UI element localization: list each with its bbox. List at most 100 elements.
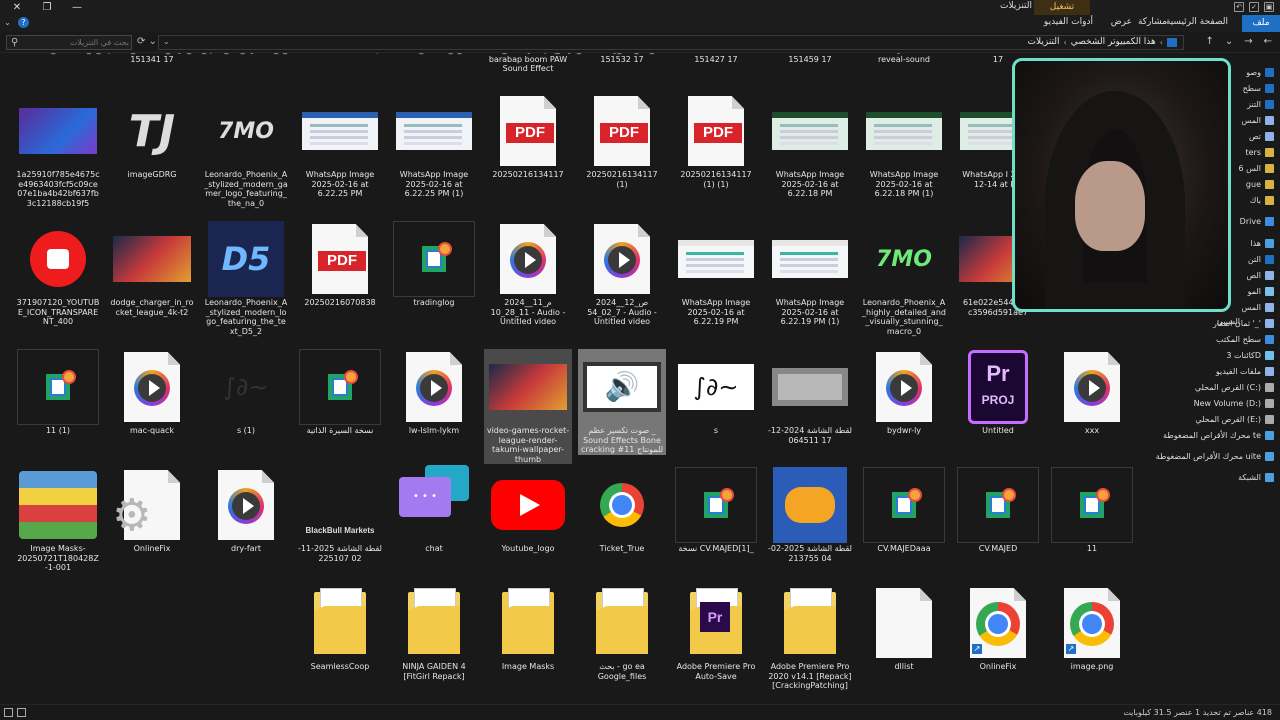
maximize-window-button[interactable]: ❐ xyxy=(32,0,62,15)
nav-item[interactable]: gue xyxy=(1246,180,1274,189)
close-window-button[interactable]: ✕ xyxy=(2,0,32,15)
file-item[interactable]: Pr Adobe Premiere Pro Auto-Save xyxy=(672,585,760,681)
file-item[interactable]: • • • chat xyxy=(390,465,478,554)
file-item[interactable]: 11 (1) xyxy=(14,349,102,436)
refresh-icon[interactable]: ⟳ ⌄ xyxy=(137,36,157,47)
file-item[interactable]: 371907120_YOUTUBE_ICON_TRANSPARENT_400 xyxy=(14,221,102,327)
file-item[interactable]: Pr PROJ Untitled xyxy=(954,349,1042,436)
tab-home[interactable]: الصفحة الرئيسية xyxy=(1166,17,1228,27)
file-item[interactable]: WhatsApp Image 2025-02-16 at 6.22.19 PM xyxy=(672,221,760,327)
file-item[interactable]: CV.MAJED xyxy=(954,467,1042,554)
nav-item[interactable]: New Volume (D:) xyxy=(1194,399,1274,408)
file-item[interactable]: WhatsApp Image 2025-02-16 at 6.22.18 PM xyxy=(766,93,854,199)
large-icons-view-icon[interactable] xyxy=(17,708,26,717)
nav-item[interactable]: كائنات 3D xyxy=(1226,351,1274,360)
file-item[interactable]: نسخة السيرة الذاتية xyxy=(296,349,384,436)
breadcrumb-downloads[interactable]: التنزيلات xyxy=(1028,37,1060,47)
nav-item[interactable]: محرك الأقراص المضغوطة te xyxy=(1163,431,1274,440)
chevron-down-icon[interactable]: ⌄ xyxy=(163,37,170,46)
forward-arrow-icon[interactable]: → xyxy=(1244,36,1252,47)
file-item[interactable]: SeamlessCoop xyxy=(296,585,384,672)
file-item[interactable]: Adobe Premiere Pro 2020 v14.1 [Repack] [… xyxy=(766,585,854,691)
file-item[interactable]: بحث - go ea Google_files xyxy=(578,585,666,681)
file-item[interactable]: ↗ OnlineFix xyxy=(954,585,1042,672)
properties-icon[interactable]: ✓ xyxy=(1249,2,1259,12)
file-item[interactable]: PDF 20250216070838 xyxy=(296,221,384,308)
file-item[interactable]: dodge_charger_in_rocket_league_4k-t2 xyxy=(108,221,196,317)
search-box[interactable]: ⚲ xyxy=(6,35,132,50)
nav-item[interactable]: الشبكة xyxy=(1238,473,1274,482)
file-item[interactable]: video-games-rocket-league-render-takumi-… xyxy=(484,349,572,464)
up-arrow-icon[interactable]: ↑ xyxy=(1205,36,1213,47)
file-item[interactable]: م_11__2024 11_28_10 - Audio - Untitled v… xyxy=(484,221,572,327)
file-item[interactable]: WhatsApp Image 2025-02-16 at 6.22.19 PM … xyxy=(766,221,854,327)
file-item[interactable]: PDF 20250216134117 (1) xyxy=(578,93,666,189)
nav-item[interactable]: الس 6 xyxy=(1239,164,1274,173)
nav-item[interactable]: سطح xyxy=(1243,84,1274,93)
expand-ribbon-icon[interactable]: ⌄ xyxy=(2,17,13,28)
file-item[interactable]: 11 xyxy=(1048,467,1136,554)
back-arrow-icon[interactable]: ← xyxy=(1264,36,1272,47)
nav-item[interactable]: Drive xyxy=(1240,217,1274,226)
file-item[interactable]: لقطة الشاشة 2024-12-17 064511 xyxy=(766,349,854,445)
file-item[interactable]: لقطة الشاشة 2025-02-04 213755 xyxy=(766,467,854,563)
file-item[interactable]: BlackBull Markets لقطة الشاشة 2025-11-02 … xyxy=(296,467,384,563)
tab-file[interactable]: ملف xyxy=(1242,15,1280,32)
nav-item[interactable]: ters xyxy=(1245,148,1274,157)
details-view-icon[interactable] xyxy=(4,708,13,717)
nav-item[interactable]: تص xyxy=(1249,132,1274,141)
file-item[interactable]: Ticket_True xyxy=(578,467,666,554)
file-item[interactable]: ∫∂∼ s xyxy=(672,349,760,436)
file-item[interactable]: dllist xyxy=(860,585,948,672)
file-item[interactable]: ↗ image.png xyxy=(1048,585,1136,672)
file-item[interactable]: xxx xyxy=(1048,349,1136,436)
nav-item[interactable]: باك xyxy=(1250,196,1274,205)
file-item[interactable]: ∫∂∼ s (1) xyxy=(202,349,290,436)
file-item[interactable]: WhatsApp Image 2025-02-16 at 6.22.25 PM xyxy=(296,93,384,199)
nav-item[interactable]: القرص المحلي (E:) xyxy=(1195,415,1274,424)
nav-item[interactable]: القرص المحلي (C:) xyxy=(1195,383,1274,392)
recent-dropdown-icon[interactable]: ⌄ xyxy=(1225,36,1233,47)
folder-icon[interactable]: ▣ xyxy=(1264,2,1274,12)
chevron-left-icon[interactable]: ‹ xyxy=(1160,38,1163,47)
file-item[interactable]: ص_12__2024 7_02_54 - Audio - Untitled vi… xyxy=(578,221,666,327)
nav-item[interactable]: المو xyxy=(1248,287,1274,296)
file-item[interactable]: PDF 20250216134117 xyxy=(484,93,572,180)
help-icon[interactable]: ? xyxy=(18,17,29,28)
file-item[interactable]: dry-fart xyxy=(202,467,290,554)
file-item[interactable]: Youtube_logo xyxy=(484,467,572,554)
file-item[interactable]: WhatsApp Image 2025-02-16 at 6.22.25 PM … xyxy=(390,93,478,199)
search-input[interactable] xyxy=(25,36,129,49)
chevron-left-icon[interactable]: ‹ xyxy=(1064,38,1067,47)
file-item[interactable]: bydwr-ly xyxy=(860,349,948,436)
file-item[interactable]: ⚙ OnlineFix xyxy=(108,467,196,554)
file-item[interactable]: Image Masks-20250721T180428Z-1-001 xyxy=(14,467,102,573)
file-item[interactable]: mac-quack xyxy=(108,349,196,436)
file-item[interactable]: TJ imageGDRG xyxy=(108,93,196,180)
nav-item[interactable]: التن xyxy=(1248,255,1274,264)
file-item[interactable]: PDF 20250216134117 (1) (1) xyxy=(672,93,760,189)
nav-item[interactable]: ملفات الفيديو xyxy=(1216,367,1274,376)
file-item[interactable]: 7MO Leonardo_Phoenix_A_stylized_modern_ga… xyxy=(202,93,290,208)
nav-item[interactable]: التنز xyxy=(1247,100,1274,109)
file-item[interactable]: lw-lslm-lykm xyxy=(390,349,478,436)
file-item[interactable]: tradinglog xyxy=(390,221,478,308)
nav-item[interactable]: محرك الأقراص المضغوطة uite xyxy=(1156,452,1274,461)
file-item[interactable]: WhatsApp Image 2025-02-16 at 6.22.18 PM … xyxy=(860,93,948,199)
file-item[interactable]: CV.MAJEDaaa xyxy=(860,467,948,554)
tab-video-tools[interactable]: أدوات الفيديو xyxy=(1044,17,1093,27)
file-item[interactable]: 1a25910f785e4675ce4963403fcf5c09ce07e1ba… xyxy=(14,93,102,208)
nav-item[interactable]: الص xyxy=(1247,271,1274,280)
file-item[interactable]: 🔊 صوت تكسير عظم _ Sound Effects Bone crac… xyxy=(578,349,666,455)
nav-item[interactable]: سطح المكتب xyxy=(1216,335,1274,344)
contextual-tab-play[interactable]: تشغيل xyxy=(1034,0,1090,15)
file-item[interactable]: 7MO Leonardo_Phoenix_A_highly_detailed_an… xyxy=(860,221,948,336)
nav-item[interactable]: وصو xyxy=(1246,68,1274,77)
address-path[interactable]: ⌄ التنزيلات ‹ هذا الكمبيوتر الشخصي ‹ xyxy=(158,35,1184,50)
undo-icon[interactable]: ↶ xyxy=(1234,2,1244,12)
nav-item[interactable]: المس xyxy=(1242,116,1274,125)
file-item[interactable]: نسخة CV.MAJED[1]_ xyxy=(672,467,760,554)
nav-item[interactable]: هذا xyxy=(1250,239,1274,248)
file-item[interactable]: Image Masks xyxy=(484,585,572,672)
tab-view[interactable]: عرض xyxy=(1111,17,1132,27)
